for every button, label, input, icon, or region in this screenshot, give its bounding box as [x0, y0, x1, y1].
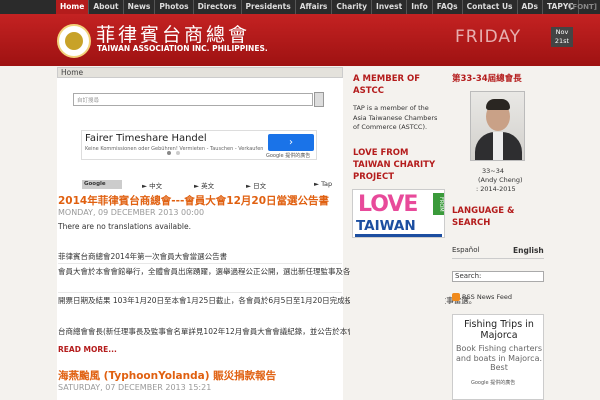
president-years: : 2014-2015	[476, 185, 516, 193]
article-line: There are no translations available.	[58, 222, 191, 231]
font-size-toggle[interactable]: [FONT]	[569, 0, 597, 14]
nav-item-presidents[interactable]: Presidents	[242, 0, 296, 14]
ad-sidebar[interactable]: Fishing Trips in Majorca Book Fishing ch…	[452, 314, 544, 400]
translate-link-tap[interactable]: ► Tap	[314, 180, 332, 188]
nav-item-photos[interactable]: Photos	[155, 0, 194, 14]
site-title-english[interactable]: TAIWAN ASSOCIATION INC. PHILIPPINES.	[97, 44, 268, 53]
president-photo[interactable]	[470, 91, 525, 161]
top-navigation-bar: Home About News Photos Directors Preside…	[0, 0, 600, 14]
google-search-input[interactable]: 自訂搜尋	[73, 93, 313, 106]
ad-description: Book Fishing charters and boats in Major…	[455, 344, 543, 372]
nav-item-home[interactable]: Home	[56, 0, 90, 14]
carousel-dot-active[interactable]	[167, 151, 171, 155]
nav-item-news[interactable]: News	[124, 0, 156, 14]
seal-emblem-icon	[65, 32, 83, 50]
nav-item-affairs[interactable]: Affairs	[296, 0, 333, 14]
charity-heading: LOVE FROM TAIWAN CHARITY PROJECT	[353, 148, 436, 182]
google-translate-tag: Google	[82, 180, 122, 189]
article-date: Saturday, 07 December 2013 15:21	[58, 383, 212, 392]
photo-shirt	[493, 132, 503, 160]
divider	[452, 258, 544, 259]
search-placeholder: 自訂搜尋	[77, 98, 100, 104]
language-spanish[interactable]: Español	[452, 246, 479, 254]
language-english[interactable]: English	[513, 246, 544, 255]
ad-brand[interactable]: Google 提供的廣告	[266, 152, 310, 159]
article-title[interactable]: 2014年菲律賓台商總會---會員大會12月20日當選公告書	[58, 193, 329, 208]
date-day: 21st	[554, 37, 570, 45]
divider	[58, 292, 342, 293]
nav-item-faqs[interactable]: FAQs	[433, 0, 463, 14]
translate-link-japanese[interactable]: ► 日文	[246, 180, 266, 190]
current-date-badge: Nov 21st	[551, 27, 573, 47]
article-title[interactable]: 海燕颱風 (TyphoonYolanda) 賑災捐款報告	[58, 368, 276, 383]
nav-item-info[interactable]: Info	[407, 0, 433, 14]
love-from-label: FROM	[433, 193, 444, 215]
date-month: Nov	[555, 28, 569, 36]
love-from-taiwan-banner[interactable]: LOVE FROM TAIWAN	[352, 189, 445, 238]
president-term: 33~34	[482, 167, 504, 175]
nav-item-charity[interactable]: Charity	[332, 0, 373, 14]
ad-banner-top[interactable]: Fairer Timeshare Handel Keine Kommission…	[81, 130, 317, 160]
article-date: Monday, 09 December 2013 00:00	[58, 208, 205, 217]
nav-item-contact-us[interactable]: Contact Us	[463, 0, 518, 14]
love-letter: LOVE	[358, 192, 418, 217]
astcc-text: TAP is a member of the Asia Taiwanese Ch…	[353, 104, 438, 131]
photo-hair	[486, 99, 510, 110]
president-heading: 第33-34屆總會長	[452, 74, 522, 84]
carousel-dot[interactable]	[176, 151, 180, 155]
site-title-chinese[interactable]: 菲律賓台商總會	[96, 20, 250, 47]
breadcrumb[interactable]: Home	[57, 67, 343, 78]
read-more-link[interactable]: READ MORE...	[58, 345, 117, 354]
ad-description: Keine Kommissionen oder Gebühren! Vermie…	[85, 146, 264, 152]
nav-item-directors[interactable]: Directors	[194, 0, 242, 14]
love-banner-stripe	[355, 234, 442, 237]
nav-item-about[interactable]: About	[89, 0, 124, 14]
love-word: LOVE	[358, 192, 418, 217]
article-line: 菲律賓台商總會2014年第一次會員大會當選公告書	[58, 252, 228, 261]
president-name: (Andy Cheng)	[478, 176, 523, 184]
nav-item-invest[interactable]: Invest	[372, 0, 408, 14]
ad-title[interactable]: Fishing Trips in Majorca	[453, 319, 545, 341]
language-search-heading: LANGUAGE & SEARCH	[452, 206, 515, 228]
search-button[interactable]	[314, 92, 324, 107]
ad-arrow-button[interactable]: ›	[268, 134, 314, 151]
ad-brand[interactable]: Google 提供的廣告	[471, 379, 515, 386]
translate-link-chinese[interactable]: ► 中文	[142, 180, 162, 190]
nav-item-ads[interactable]: ADs	[518, 0, 543, 14]
astcc-heading: A MEMBER OF ASTCC	[353, 74, 421, 96]
rss-link[interactable]: RSS News Feed	[462, 293, 512, 301]
love-taiwan-word: TAIWAN	[356, 218, 416, 234]
ad-title[interactable]: Fairer Timeshare Handel	[85, 133, 207, 144]
rss-icon[interactable]	[452, 293, 460, 301]
nav-links: Home About News Photos Directors Preside…	[56, 0, 579, 14]
association-seal-logo[interactable]	[57, 24, 91, 58]
divider	[58, 263, 342, 264]
current-day: FRIDAY	[455, 27, 522, 47]
translate-link-english[interactable]: ► 英文	[194, 180, 214, 190]
site-search-input[interactable]: Search:	[452, 271, 544, 282]
